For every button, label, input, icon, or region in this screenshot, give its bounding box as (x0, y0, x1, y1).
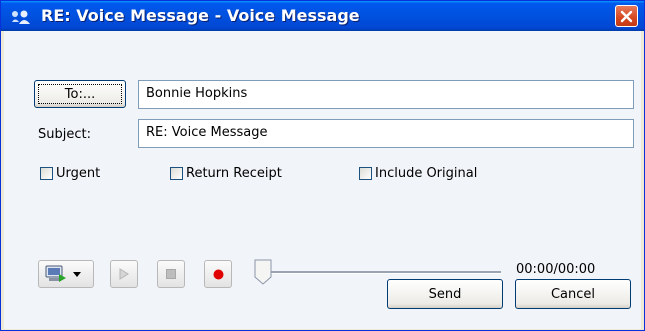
stop-button[interactable] (157, 260, 185, 288)
device-selector-button[interactable] (38, 260, 94, 288)
play-button[interactable] (110, 260, 138, 288)
title-bar[interactable]: RE: Voice Message - Voice Message (1, 1, 644, 31)
record-button[interactable] (204, 260, 232, 288)
focus-outline (38, 84, 122, 104)
cancel-button[interactable]: Cancel (515, 279, 631, 309)
device-icon (45, 265, 66, 282)
stop-icon (166, 269, 176, 279)
checkbox-box[interactable] (359, 167, 372, 180)
return-receipt-checkbox[interactable]: Return Receipt (170, 166, 282, 181)
playback-time: 00:00/00:00 (516, 262, 596, 277)
dropdown-arrow-icon (73, 271, 81, 277)
playback-slider-track[interactable] (261, 271, 501, 274)
voice-message-window: RE: Voice Message - Voice Message To:...… (0, 0, 645, 331)
return-receipt-label: Return Receipt (186, 166, 282, 181)
dialog-body: To:... Bonnie Hopkins Subject: RE: Voice… (4, 31, 641, 329)
send-button-label: Send (428, 286, 462, 302)
voice-message-app-icon (12, 10, 30, 24)
record-icon (213, 269, 223, 279)
include-original-label: Include Original (375, 166, 478, 181)
send-button[interactable]: Send (387, 279, 503, 309)
close-button[interactable] (615, 5, 638, 27)
urgent-checkbox[interactable]: Urgent (40, 166, 100, 181)
checkbox-box[interactable] (170, 167, 183, 180)
to-field[interactable]: Bonnie Hopkins (138, 80, 634, 109)
close-icon (620, 10, 633, 22)
window-title: RE: Voice Message - Voice Message (41, 6, 360, 25)
urgent-label: Urgent (56, 166, 101, 181)
checkbox-box[interactable] (40, 167, 53, 180)
play-icon (119, 268, 129, 280)
cancel-button-label: Cancel (550, 286, 596, 302)
subject-label: Subject: (38, 127, 91, 142)
include-original-checkbox[interactable]: Include Original (359, 166, 477, 181)
playback-slider-thumb[interactable] (254, 259, 272, 285)
subject-field[interactable]: RE: Voice Message (138, 119, 634, 148)
to-button[interactable]: To:... (34, 80, 126, 108)
